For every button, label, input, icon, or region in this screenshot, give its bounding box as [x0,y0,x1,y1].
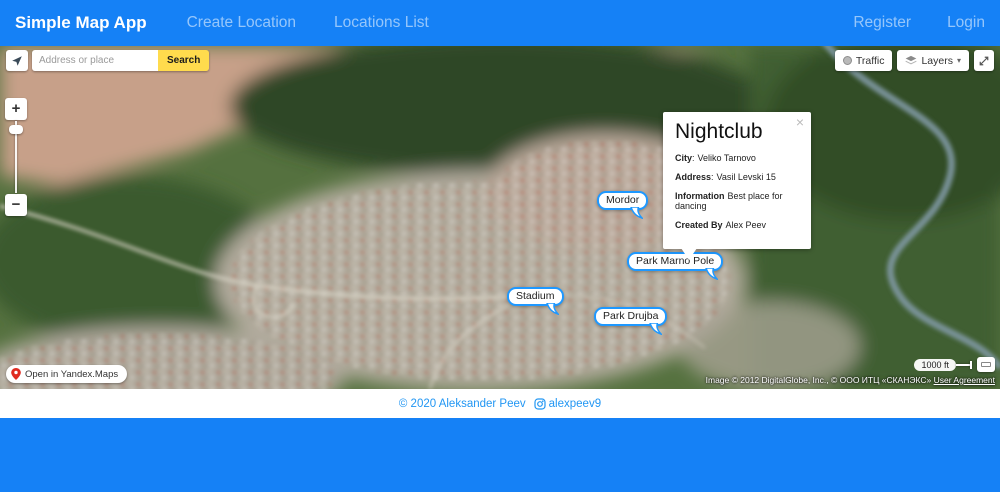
fullscreen-button[interactable] [974,50,994,71]
field-label: Information [675,191,725,201]
nav-auth-group: Register Login [853,14,985,32]
zoom-slider-track[interactable] [9,121,23,193]
copyright-text: © 2020 Aleksander Peev [398,397,526,410]
instagram-icon [534,397,546,410]
layers-label: Layers [921,54,953,67]
marker-label: Park Marno Pole [636,255,715,267]
popup-field-city: City: Veliko Tarnovo [675,153,799,163]
marker-mordor[interactable]: Mordor [597,191,649,219]
field-label: Address [675,172,712,182]
balloon-tail [705,268,719,280]
close-icon[interactable]: × [796,115,804,129]
nav-locations-list[interactable]: Locations List [334,14,429,32]
zoom-out-button[interactable]: − [5,194,27,216]
traffic-light-icon [842,56,852,65]
ruler-icon [981,362,991,367]
fullscreen-icon [979,56,989,65]
field-label: City [675,153,693,163]
balloon-tail [630,207,644,219]
footer-bar [0,418,1000,492]
zoom-control: + − [5,98,27,216]
balloon-tail [545,303,559,315]
location-popup: × Nightclub City: Veliko Tarnovo Address:… [663,112,811,260]
map-scale: 1000 ft [914,357,995,372]
search-button[interactable]: Search [158,50,210,71]
satellite-imagery [0,46,1000,389]
field-value: Alex Peev [725,220,767,230]
instagram-link[interactable]: alexpeev9 [534,398,601,410]
simple-map-app: Simple Map App Create Location Locations… [0,0,1000,492]
navbar: Simple Map App Create Location Locations… [0,0,1000,46]
traffic-label: Traffic [855,54,885,67]
zoom-in-button[interactable]: + [5,98,27,120]
chevron-down-icon: ▾ [956,56,961,65]
footer: © 2020 Aleksander Peev alexpeev9 [0,389,1000,418]
marker-label: Stadium [516,290,555,302]
nav-create-location[interactable]: Create Location [187,14,296,32]
map-attribution: Image © 2012 DigitalGlobe, Inc., © ООО И… [706,375,995,385]
zoom-slider-handle[interactable] [9,125,23,134]
search-input[interactable] [32,50,158,71]
field-label: Created By [675,220,723,230]
map-canvas[interactable]: Search Traffic Layers ▾ [0,46,1000,389]
popup-field-address: Address: Vasil Levski 15 [675,172,799,182]
popup-title: Nightclub [675,120,763,143]
marker-park-drujba[interactable]: Park Drujba [594,307,668,335]
open-in-yandex-maps-button[interactable]: Open in Yandex.Maps [6,365,128,383]
scale-tick [970,360,972,369]
nav-login[interactable]: Login [947,14,985,32]
brand-link[interactable]: Simple Map App [15,13,147,33]
scale-label: 1000 ft [914,358,956,371]
map-pin-icon [11,368,21,380]
popup-field-information: Information Best place for dancing [675,191,799,211]
marker-stadium[interactable]: Stadium [507,287,564,315]
field-value: Vasil Levski 15 [716,172,776,182]
ruler-button[interactable] [977,357,995,372]
marker-label: Mordor [606,194,640,206]
attribution-text: Image © 2012 DigitalGlobe, Inc., © ООО И… [705,375,932,385]
balloon-tail [649,323,663,335]
field-value: Veliko Tarnovo [697,153,756,163]
map-search-bar: Search [6,50,210,71]
search-box: Search [32,50,210,71]
location-arrow-icon [12,55,22,66]
field-separator: : [692,153,695,163]
scale-line [956,363,970,366]
marker-label: Park Drujba [603,310,659,322]
traffic-button[interactable]: Traffic [834,50,893,71]
map-layer-controls: Traffic Layers ▾ [834,50,994,71]
nav-register[interactable]: Register [853,14,911,32]
instagram-handle: alexpeev9 [548,397,602,410]
badge-label: Open in Yandex.Maps [25,368,119,380]
geolocate-button[interactable] [6,50,28,71]
popup-tail [681,248,697,260]
layers-button[interactable]: Layers ▾ [897,50,969,71]
layers-icon [905,55,918,65]
marker-park-marno-pole[interactable]: Park Marno Pole [627,252,724,280]
field-separator: : [711,172,714,182]
user-agreement-link[interactable]: User Agreement [934,375,995,385]
popup-field-created-by: Created By Alex Peev [675,220,799,230]
